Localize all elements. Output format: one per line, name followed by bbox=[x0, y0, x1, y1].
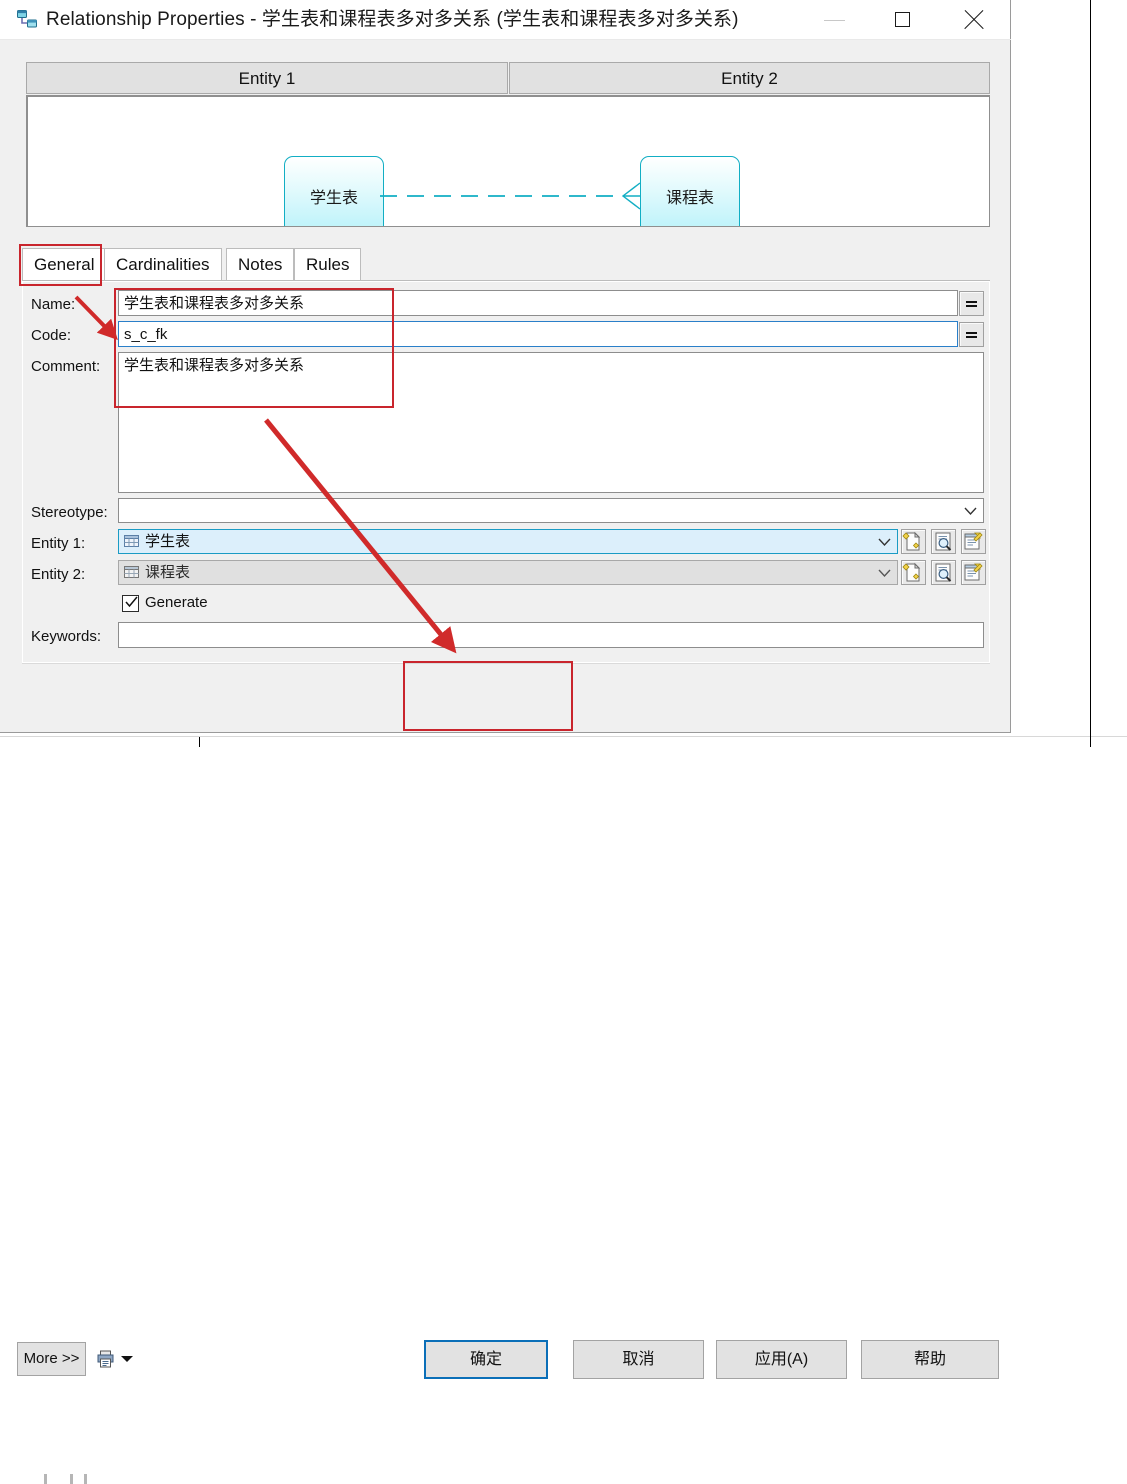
relationship-icon bbox=[16, 9, 38, 31]
keywords-input[interactable] bbox=[118, 622, 984, 648]
window-title: Relationship Properties - 学生表和课程表多对多关系 (… bbox=[46, 9, 739, 30]
relationship-diagram-canvas[interactable]: 学生表 课程表 bbox=[26, 95, 990, 227]
title-separator bbox=[0, 39, 1011, 40]
background-tab-marks bbox=[22, 1474, 92, 1484]
code-input[interactable]: s_c_fk bbox=[118, 321, 958, 347]
comment-label: Comment: bbox=[31, 358, 101, 375]
code-label: Code: bbox=[31, 327, 72, 344]
cancel-button[interactable]: 取消 bbox=[573, 1340, 704, 1379]
generate-checkbox-label: Generate bbox=[145, 594, 208, 611]
title-bar: Relationship Properties - 学生表和课程表多对多关系 (… bbox=[0, 0, 1011, 40]
tab-general[interactable]: General bbox=[22, 248, 107, 280]
code-equals-button[interactable] bbox=[959, 322, 984, 347]
entity-header-row: Entity 1 Entity 2 bbox=[26, 62, 990, 94]
close-button[interactable] bbox=[952, 0, 998, 40]
entity1-value: 学生表 bbox=[145, 533, 191, 550]
ok-button[interactable]: 确定 bbox=[424, 1340, 548, 1379]
background-vertical-rule bbox=[199, 737, 200, 747]
minimize-button[interactable] bbox=[812, 0, 858, 40]
entity1-header: Entity 1 bbox=[26, 62, 508, 94]
comment-textarea[interactable]: 学生表和课程表多对多关系 bbox=[118, 352, 984, 493]
name-label: Name: bbox=[31, 296, 76, 313]
table-icon bbox=[124, 565, 139, 580]
tab-cardinalities[interactable]: Cardinalities bbox=[104, 248, 222, 280]
entity2-header: Entity 2 bbox=[509, 62, 990, 94]
apply-button[interactable]: 应用(A) bbox=[716, 1340, 847, 1379]
entity-preview-panel: Entity 1 Entity 2 学生表 课程表 bbox=[26, 62, 990, 227]
more-button[interactable]: More >> bbox=[17, 1342, 86, 1376]
check-icon bbox=[125, 596, 138, 608]
entity2-properties-icon[interactable] bbox=[931, 560, 956, 585]
entity1-create-icon[interactable] bbox=[901, 529, 926, 554]
background-vertical-rule-right bbox=[1090, 0, 1091, 747]
entity2-create-icon[interactable] bbox=[901, 560, 926, 585]
entity1-node[interactable]: 学生表 bbox=[284, 156, 384, 226]
dialog-button-bar: More >> 确定 取消 应用(A) 帮助 bbox=[0, 664, 1010, 1379]
stereotype-combobox[interactable] bbox=[118, 498, 984, 523]
entity2-value: 课程表 bbox=[145, 564, 191, 581]
entity1-edit-icon[interactable] bbox=[961, 529, 986, 554]
caret-down-icon[interactable] bbox=[121, 1356, 133, 1362]
relationship-properties-dialog: Relationship Properties - 学生表和课程表多对多关系 (… bbox=[0, 0, 1011, 1379]
chevron-down-icon[interactable] bbox=[873, 562, 896, 583]
print-icon[interactable] bbox=[97, 1350, 115, 1368]
tab-notes[interactable]: Notes bbox=[226, 248, 295, 280]
entity1-properties-icon[interactable] bbox=[931, 529, 956, 554]
tab-rules[interactable]: Rules bbox=[294, 248, 362, 280]
maximize-button[interactable] bbox=[881, 0, 927, 40]
entity1-combobox[interactable]: 学生表 bbox=[118, 529, 898, 554]
stereotype-label: Stereotype: bbox=[31, 504, 108, 521]
chevron-down-icon[interactable] bbox=[873, 531, 896, 552]
entity2-combobox[interactable]: 课程表 bbox=[118, 560, 898, 585]
relationship-link bbox=[380, 182, 641, 210]
entity1-label: Entity 1: bbox=[31, 535, 86, 552]
table-icon bbox=[124, 534, 139, 549]
name-input[interactable]: 学生表和课程表多对多关系 bbox=[118, 290, 958, 316]
generate-checkbox[interactable] bbox=[122, 595, 139, 612]
chevron-down-icon[interactable] bbox=[959, 500, 982, 521]
tab-strip: General Cardinalities Notes Rules bbox=[22, 248, 990, 281]
name-equals-button[interactable] bbox=[959, 291, 984, 316]
help-button[interactable]: 帮助 bbox=[861, 1340, 999, 1379]
keywords-label: Keywords: bbox=[31, 628, 102, 645]
entity2-node[interactable]: 课程表 bbox=[640, 156, 740, 226]
entity2-label: Entity 2: bbox=[31, 566, 86, 583]
entity2-edit-icon[interactable] bbox=[961, 560, 986, 585]
background-bottom-strip bbox=[0, 737, 1127, 1484]
